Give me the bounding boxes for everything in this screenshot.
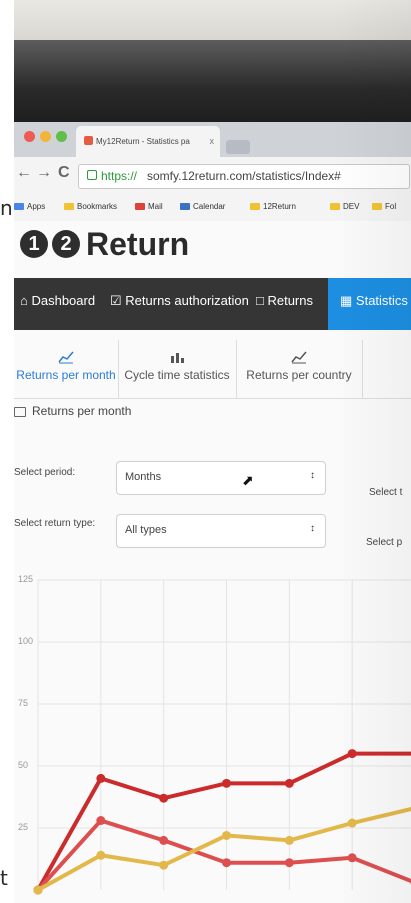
nav-item-label: Statistics — [355, 293, 408, 308]
data-point[interactable] — [159, 860, 169, 870]
window-maximize-dot[interactable] — [56, 131, 67, 142]
bookmark-label: 12Return — [263, 202, 296, 211]
favicon-icon — [84, 136, 93, 145]
bar-chart-icon — [171, 353, 184, 363]
bookmark-folder-icon — [180, 203, 190, 211]
data-point[interactable] — [222, 830, 231, 840]
bookmark-label: Apps — [27, 202, 46, 211]
main-navigation: ⌂ Dashboard ☑ Returns authorization □ Re… — [14, 278, 411, 330]
url-protocol: https:// — [101, 169, 138, 183]
nav-item-returns[interactable]: □ Returns — [256, 278, 313, 330]
return-type-value: All types — [125, 524, 167, 536]
back-button[interactable]: ← — [16, 164, 32, 182]
nav-item-label: Returns authorization — [125, 293, 249, 308]
logo-text: Return — [86, 226, 190, 262]
chevron-updown-icon: ↕ — [310, 523, 315, 534]
right-select-label: Select t — [369, 487, 403, 498]
monitor-photo: My12Return - Statistics pa x ← → C https… — [14, 0, 411, 903]
data-point[interactable] — [159, 835, 169, 845]
folder-icon — [14, 407, 26, 417]
statistics-tabs: Returns per month Cycle time statistics … — [14, 340, 411, 399]
data-point[interactable] — [33, 885, 43, 895]
data-point[interactable] — [222, 858, 231, 868]
data-point[interactable] — [347, 749, 357, 759]
address-bar[interactable]: https:// somfy.12return.com/statistics/I… — [78, 164, 410, 189]
folder-icon: □ — [256, 293, 268, 308]
logo-digit-one: 1 — [20, 230, 48, 258]
return-type-select[interactable]: All types ↕ — [116, 514, 326, 548]
bookmark-label: Fol — [385, 202, 397, 211]
data-point[interactable] — [159, 793, 169, 803]
tab-cycle-time-statistics[interactable]: Cycle time statistics — [118, 340, 237, 398]
period-value: Months — [125, 471, 162, 483]
tab-label: Cycle time statistics — [124, 368, 230, 382]
data-point[interactable] — [284, 858, 294, 868]
edge-text-fragment: n — [0, 196, 13, 220]
tab-title: My12Return - Statistics pa — [96, 137, 190, 146]
tab-close-icon[interactable]: x — [210, 136, 215, 146]
bookmark-item[interactable]: Mail — [135, 202, 163, 211]
bookmark-folder-icon — [372, 203, 382, 211]
nav-item-returns-authorization[interactable]: ☑ Returns authorization — [110, 278, 249, 330]
data-point[interactable] — [96, 773, 106, 783]
tab-returns-per-month[interactable]: Returns per month — [14, 340, 119, 398]
bookmark-label: Bookmarks — [77, 202, 118, 211]
nav-item-label: Dashboard — [31, 293, 96, 308]
edge-text-fragment: t — [0, 866, 8, 890]
section-header: Returns per month — [14, 400, 411, 428]
bookmark-folder-icon — [135, 203, 145, 211]
data-point[interactable] — [222, 778, 231, 788]
bookmark-label: DEV — [343, 202, 360, 211]
new-tab-button[interactable] — [226, 140, 250, 154]
wall-background — [14, 0, 411, 40]
tab-returns-per-country[interactable]: Returns per country — [236, 340, 363, 398]
tab-label: Returns per country — [246, 368, 352, 382]
data-point[interactable] — [96, 816, 106, 826]
nav-item-statistics[interactable]: ▦ Statistics — [328, 278, 411, 330]
bookmark-label: Mail — [148, 202, 163, 211]
home-icon: ⌂ — [20, 293, 32, 308]
bookmark-folder-icon — [14, 203, 24, 211]
tab-label: Returns per month — [16, 368, 116, 382]
return-type-label: Select return type: — [14, 518, 96, 529]
section-title: Returns per month — [32, 404, 132, 418]
bookmark-item[interactable]: Apps — [14, 202, 45, 211]
data-point[interactable] — [284, 778, 294, 788]
period-select[interactable]: Months ↕ — [116, 461, 326, 495]
mouse-cursor-icon: ⬈ — [242, 472, 254, 488]
line-chart-icon — [58, 351, 74, 364]
data-point[interactable] — [96, 850, 106, 860]
bookmark-item[interactable]: 12Return — [250, 202, 296, 211]
bookmark-item[interactable]: Bookmarks — [64, 202, 117, 211]
url-text: somfy.12return.com/statistics/Index# — [147, 169, 341, 183]
bookmark-folder-icon — [64, 203, 74, 211]
window-close-dot[interactable] — [24, 131, 35, 142]
nav-item-dashboard[interactable]: ⌂ Dashboard — [20, 278, 95, 330]
bookmark-folder-icon — [330, 203, 340, 211]
lock-icon — [87, 170, 97, 180]
bookmark-item[interactable]: Fol — [372, 202, 396, 211]
data-point[interactable] — [284, 835, 294, 845]
bookmark-folder-icon — [250, 203, 260, 211]
window-minimize-dot[interactable] — [40, 131, 51, 142]
bookmark-item[interactable]: DEV — [330, 202, 359, 211]
logo-digit-two: 2 — [52, 230, 80, 258]
nav-item-label: Returns — [267, 293, 313, 308]
check-icon: ☑ — [110, 293, 126, 308]
data-point[interactable] — [347, 853, 357, 863]
chart-icon: ▦ — [340, 293, 356, 308]
browser-tab[interactable]: My12Return - Statistics pa x — [76, 126, 220, 157]
period-label: Select period: — [14, 467, 76, 478]
chevron-updown-icon: ↕ — [310, 470, 315, 481]
right-select-label: Select p — [366, 537, 403, 548]
bookmark-label: Calendar — [193, 202, 226, 211]
monitor-bezel — [14, 40, 411, 122]
bookmark-item[interactable]: Calendar — [180, 202, 225, 211]
line-chart-icon — [291, 351, 307, 364]
forward-button[interactable]: → — [36, 164, 52, 182]
reload-button[interactable]: C — [58, 164, 70, 182]
data-point[interactable] — [347, 818, 357, 828]
returns-per-month-chart — [33, 579, 411, 895]
